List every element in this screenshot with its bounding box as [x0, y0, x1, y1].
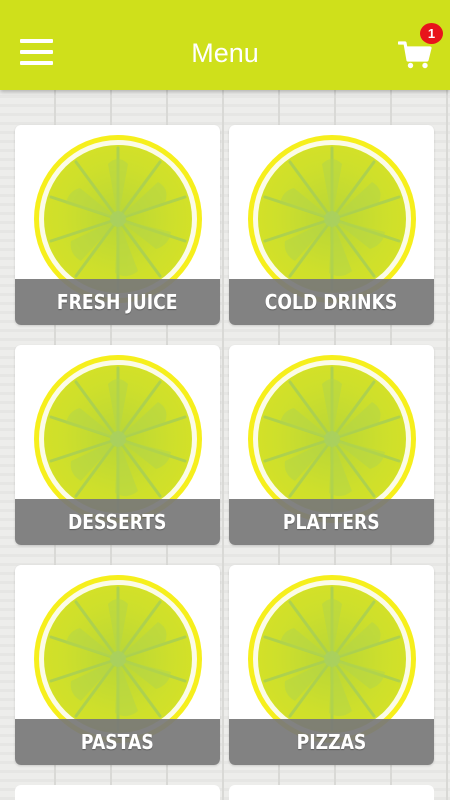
category-tile-partial[interactable] — [229, 785, 434, 800]
category-tile-cold-drinks[interactable]: COLD DRINKS — [229, 125, 434, 325]
category-label-bar: FRESH JUICE — [15, 279, 220, 325]
category-tile-partial[interactable] — [15, 785, 220, 800]
category-label-bar: PIZZAS — [229, 719, 434, 765]
category-label: PASTAS — [81, 730, 154, 754]
category-tile-pizzas[interactable]: PIZZAS — [229, 565, 434, 765]
category-tile-desserts[interactable]: DESSERTS — [15, 345, 220, 545]
page-title: Menu — [191, 38, 259, 68]
app-bar: Menu 1 — [0, 0, 450, 90]
category-label: PLATTERS — [283, 510, 380, 534]
category-label-bar: PLATTERS — [229, 499, 434, 545]
cart-count-badge: 1 — [420, 23, 443, 44]
category-tile-fresh-juice[interactable]: FRESH JUICE — [15, 125, 220, 325]
category-label: PIZZAS — [296, 730, 367, 754]
shopping-cart-icon[interactable] — [397, 40, 432, 70]
category-label-bar: COLD DRINKS — [229, 279, 434, 325]
category-tile-pastas[interactable]: PASTAS — [15, 565, 220, 765]
category-label-bar: DESSERTS — [15, 499, 220, 545]
category-grid: FRESH JUICE COLD DRINKS DESSERTS PLATTER… — [15, 125, 435, 765]
category-label: DESSERTS — [68, 510, 167, 534]
category-tile-platters[interactable]: PLATTERS — [229, 345, 434, 545]
category-label: COLD DRINKS — [265, 290, 398, 314]
category-label-bar: PASTAS — [15, 719, 220, 765]
category-label: FRESH JUICE — [57, 290, 178, 314]
